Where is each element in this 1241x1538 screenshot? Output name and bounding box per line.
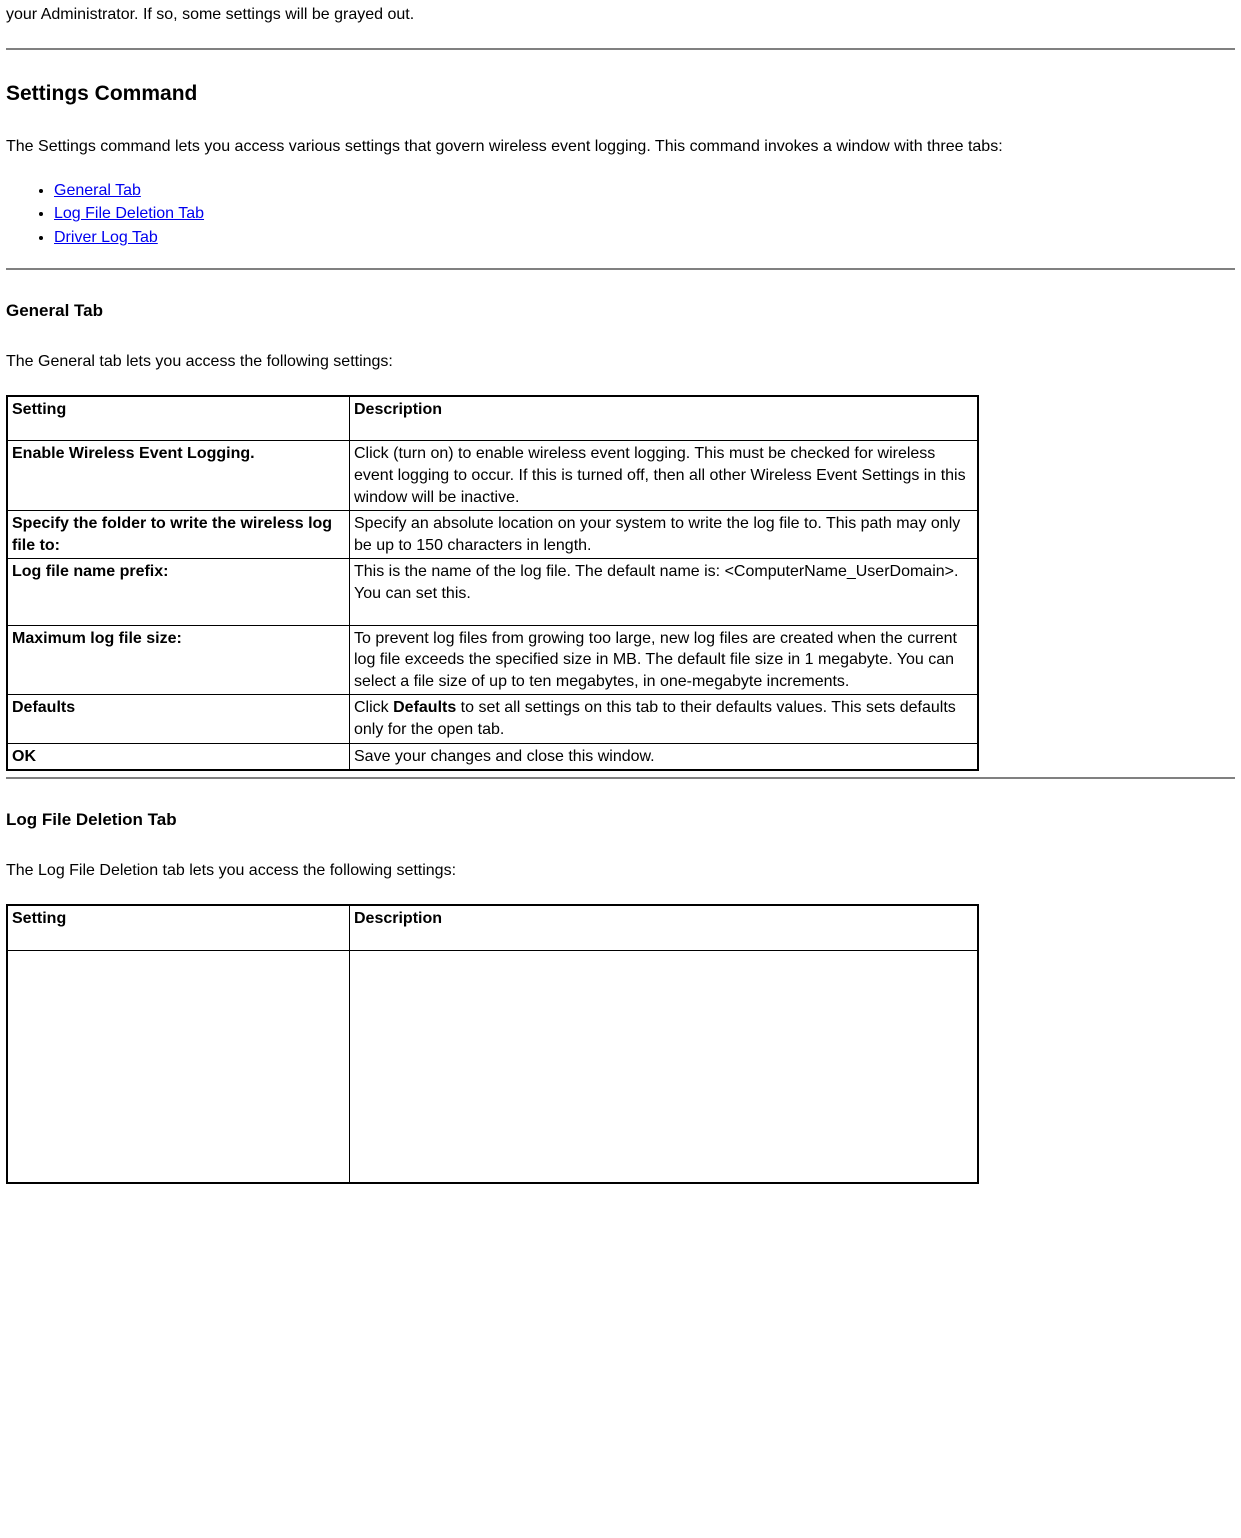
divider: [6, 777, 1235, 779]
general-tab-table: Setting Description Enable Wireless Even…: [6, 395, 979, 771]
setting-cell: [7, 951, 350, 1183]
description-cell: Click (turn on) to enable wireless event…: [350, 441, 979, 511]
general-tab-heading: General Tab: [6, 300, 1235, 323]
description-cell: Specify an absolute location on your sys…: [350, 511, 979, 559]
table-header-setting: Setting: [7, 396, 350, 441]
table-header-row: Setting Description: [7, 905, 978, 951]
table-row: OK Save your changes and close this wind…: [7, 743, 978, 770]
description-cell: [350, 951, 979, 1183]
description-cell: Save your changes and close this window.: [350, 743, 979, 770]
log-file-deletion-tab-link[interactable]: Log File Deletion Tab: [54, 205, 204, 222]
setting-cell: Log file name prefix:: [7, 559, 350, 625]
setting-cell: Specify the folder to write the wireless…: [7, 511, 350, 559]
list-item: Log File Deletion Tab: [54, 203, 1235, 225]
log-file-deletion-table: Setting Description: [6, 904, 979, 1184]
table-row: [7, 951, 978, 1183]
table-row: Maximum log file size: To prevent log fi…: [7, 625, 978, 695]
table-header-row: Setting Description: [7, 396, 978, 441]
table-row: Enable Wireless Event Logging. Click (tu…: [7, 441, 978, 511]
table-row: Log file name prefix: This is the name o…: [7, 559, 978, 625]
settings-command-paragraph: The Settings command lets you access var…: [6, 136, 1235, 158]
table-header-setting: Setting: [7, 905, 350, 951]
description-cell: This is the name of the log file. The de…: [350, 559, 979, 625]
setting-cell: Defaults: [7, 695, 350, 743]
table-header-description: Description: [350, 396, 979, 441]
general-tab-paragraph: The General tab lets you access the foll…: [6, 351, 1235, 373]
divider: [6, 48, 1235, 50]
table-header-description: Description: [350, 905, 979, 951]
setting-cell: Maximum log file size:: [7, 625, 350, 695]
desc-prefix: Click: [354, 699, 393, 716]
table-row: Specify the folder to write the wireless…: [7, 511, 978, 559]
tab-links-list: General Tab Log File Deletion Tab Driver…: [6, 180, 1235, 249]
table-row: Defaults Click Defaults to set all setti…: [7, 695, 978, 743]
setting-cell: Enable Wireless Event Logging.: [7, 441, 350, 511]
log-file-deletion-tab-heading: Log File Deletion Tab: [6, 809, 1235, 832]
log-file-deletion-tab-paragraph: The Log File Deletion tab lets you acces…: [6, 860, 1235, 882]
list-item: Driver Log Tab: [54, 227, 1235, 249]
description-cell: To prevent log files from growing too la…: [350, 625, 979, 695]
divider: [6, 268, 1235, 270]
settings-command-heading: Settings Command: [6, 80, 1235, 108]
general-tab-link[interactable]: General Tab: [54, 182, 141, 199]
setting-cell: OK: [7, 743, 350, 770]
desc-bold: Defaults: [393, 699, 456, 716]
list-item: General Tab: [54, 180, 1235, 202]
description-cell: Click Defaults to set all settings on th…: [350, 695, 979, 743]
intro-fragment-text: your Administrator. If so, some settings…: [6, 4, 1235, 26]
driver-log-tab-link[interactable]: Driver Log Tab: [54, 229, 158, 246]
